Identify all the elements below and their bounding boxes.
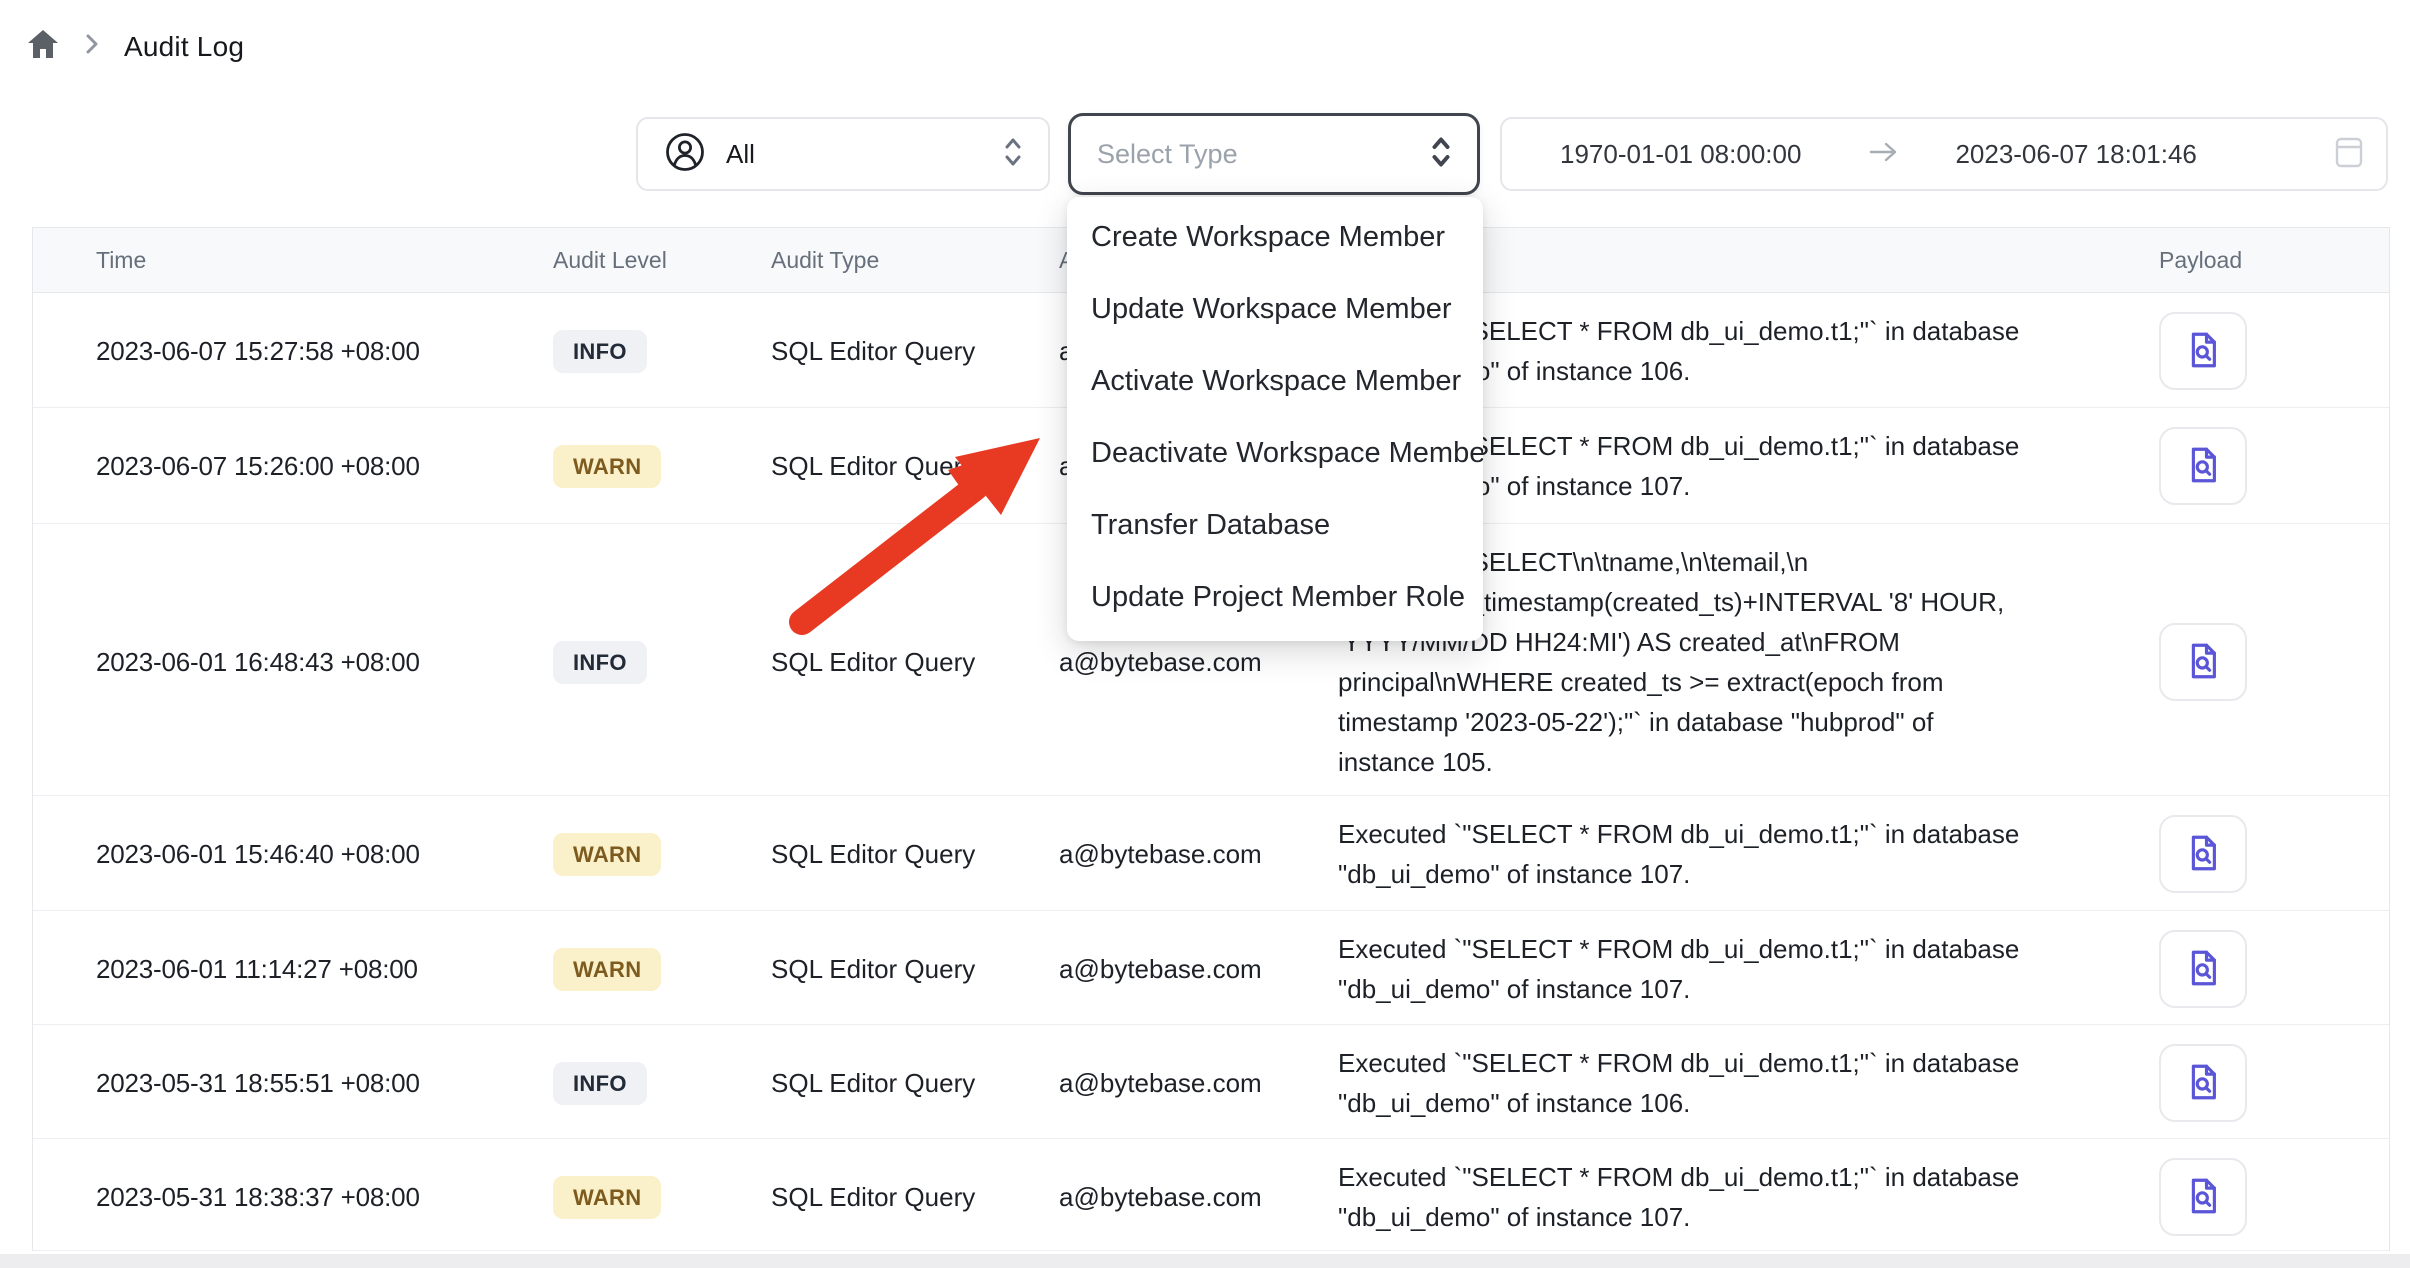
cell-actor: a@bytebase.com <box>1059 647 1338 678</box>
table-row: 2023-06-01 15:46:40 +08:00 WARN SQL Edit… <box>33 796 2389 911</box>
date-range-picker[interactable]: 1970-01-01 08:00:00 2023-06-07 18:01:46 <box>1500 117 2388 191</box>
cell-actor: a@bytebase.com <box>1059 1182 1338 1213</box>
table-row: 2023-05-31 18:55:51 +08:00 INFO SQL Edit… <box>33 1025 2389 1139</box>
cell-payload <box>2127 930 2389 1008</box>
cell-time: 2023-06-01 15:46:40 +08:00 <box>64 839 553 870</box>
dropdown-option[interactable]: Update Project Member Role <box>1067 561 1483 633</box>
file-search-icon <box>2182 443 2224 490</box>
cell-comment: Executed `"SELECT * FROM db_ui_demo.t1;"… <box>1338 911 2127 1027</box>
breadcrumb: Audit Log <box>26 28 244 65</box>
date-range-end: 2023-06-07 18:01:46 <box>1955 139 2196 170</box>
cell-time: 2023-06-01 11:14:27 +08:00 <box>64 954 553 985</box>
cell-time: 2023-06-01 16:48:43 +08:00 <box>64 647 553 678</box>
horizontal-scrollbar[interactable] <box>0 1254 2410 1268</box>
table-row: 2023-05-31 18:38:37 +08:00 WARN SQL Edit… <box>33 1139 2389 1251</box>
cell-payload <box>2127 312 2389 390</box>
column-header-time: Time <box>64 247 553 274</box>
view-payload-button[interactable] <box>2159 1044 2247 1122</box>
audit-level-badge: WARN <box>553 948 661 991</box>
cell-payload <box>2127 1044 2389 1122</box>
audit-level-badge: INFO <box>553 330 647 373</box>
file-search-icon <box>2182 328 2224 375</box>
cell-comment: Executed `"SELECT * FROM db_ui_demo.t1;"… <box>1338 1139 2127 1255</box>
view-payload-button[interactable] <box>2159 623 2247 701</box>
cell-time: 2023-05-31 18:55:51 +08:00 <box>64 1068 553 1099</box>
file-search-icon <box>2182 1174 2224 1221</box>
view-payload-button[interactable] <box>2159 930 2247 1008</box>
cell-audit-type: SQL Editor Query <box>771 451 1059 482</box>
type-dropdown-menu: Create Workspace Member Update Workspace… <box>1067 197 1483 641</box>
table-row: 2023-06-01 11:14:27 +08:00 WARN SQL Edit… <box>33 911 2389 1025</box>
actor-filter-select[interactable]: All <box>636 117 1050 191</box>
column-header-type: Audit Type <box>771 247 1059 274</box>
cell-actor: a@bytebase.com <box>1059 1068 1338 1099</box>
view-payload-button[interactable] <box>2159 312 2247 390</box>
cell-audit-type: SQL Editor Query <box>771 336 1059 367</box>
view-payload-button[interactable] <box>2159 1158 2247 1236</box>
cell-payload <box>2127 623 2389 701</box>
cell-time: 2023-05-31 18:38:37 +08:00 <box>64 1182 553 1213</box>
cell-time: 2023-06-07 15:27:58 +08:00 <box>64 336 553 367</box>
view-payload-button[interactable] <box>2159 815 2247 893</box>
audit-level-badge: WARN <box>553 445 661 488</box>
arrow-right-icon <box>1867 139 1899 170</box>
file-search-icon <box>2182 831 2224 878</box>
select-chevrons-icon <box>1004 137 1022 172</box>
cell-payload <box>2127 1158 2389 1236</box>
audit-log-page: Audit Log All Select Type 1970-01-01 08:… <box>0 0 2410 1268</box>
select-chevrons-icon <box>1431 136 1451 173</box>
cell-audit-level: INFO <box>553 1062 771 1105</box>
column-header-level: Audit Level <box>553 247 771 274</box>
cell-payload <box>2127 815 2389 893</box>
view-payload-button[interactable] <box>2159 427 2247 505</box>
dropdown-option[interactable]: Create Workspace Member <box>1067 201 1483 273</box>
user-circle-icon <box>664 131 706 178</box>
cell-audit-type: SQL Editor Query <box>771 647 1059 678</box>
type-filter-select[interactable]: Select Type <box>1068 113 1480 195</box>
dropdown-option[interactable]: Deactivate Workspace Member <box>1067 417 1483 489</box>
type-filter-placeholder: Select Type <box>1097 139 1238 170</box>
cell-audit-type: SQL Editor Query <box>771 1182 1059 1213</box>
actor-filter-value: All <box>726 139 755 170</box>
audit-level-badge: INFO <box>553 1062 647 1105</box>
cell-audit-type: SQL Editor Query <box>771 954 1059 985</box>
cell-audit-level: INFO <box>553 641 771 684</box>
cell-audit-level: WARN <box>553 948 771 991</box>
breadcrumb-chevron-icon <box>84 32 100 61</box>
cell-audit-level: WARN <box>553 445 771 488</box>
page-title: Audit Log <box>124 31 244 63</box>
cell-actor: a@bytebase.com <box>1059 954 1338 985</box>
dropdown-option[interactable]: Update Workspace Member <box>1067 273 1483 345</box>
dropdown-option[interactable]: Transfer Database <box>1067 489 1483 561</box>
cell-actor: a@bytebase.com <box>1059 839 1338 870</box>
audit-level-badge: WARN <box>553 1176 661 1219</box>
date-range-start: 1970-01-01 08:00:00 <box>1560 139 1801 170</box>
cell-audit-level: WARN <box>553 833 771 876</box>
file-search-icon <box>2182 639 2224 686</box>
column-header-payload: Payload <box>2127 247 2389 274</box>
cell-audit-level: INFO <box>553 330 771 373</box>
calendar-icon <box>2334 135 2364 174</box>
cell-comment: Executed `"SELECT * FROM db_ui_demo.t1;"… <box>1338 1025 2127 1141</box>
dropdown-option[interactable]: Activate Workspace Member <box>1067 345 1483 417</box>
cell-audit-type: SQL Editor Query <box>771 1068 1059 1099</box>
cell-audit-level: WARN <box>553 1176 771 1219</box>
cell-payload <box>2127 427 2389 505</box>
cell-comment: Executed `"SELECT * FROM db_ui_demo.t1;"… <box>1338 796 2127 912</box>
home-icon[interactable] <box>26 28 60 65</box>
audit-level-badge: INFO <box>553 641 647 684</box>
file-search-icon <box>2182 1060 2224 1107</box>
cell-time: 2023-06-07 15:26:00 +08:00 <box>64 451 553 482</box>
audit-level-badge: WARN <box>553 833 661 876</box>
file-search-icon <box>2182 946 2224 993</box>
cell-audit-type: SQL Editor Query <box>771 839 1059 870</box>
